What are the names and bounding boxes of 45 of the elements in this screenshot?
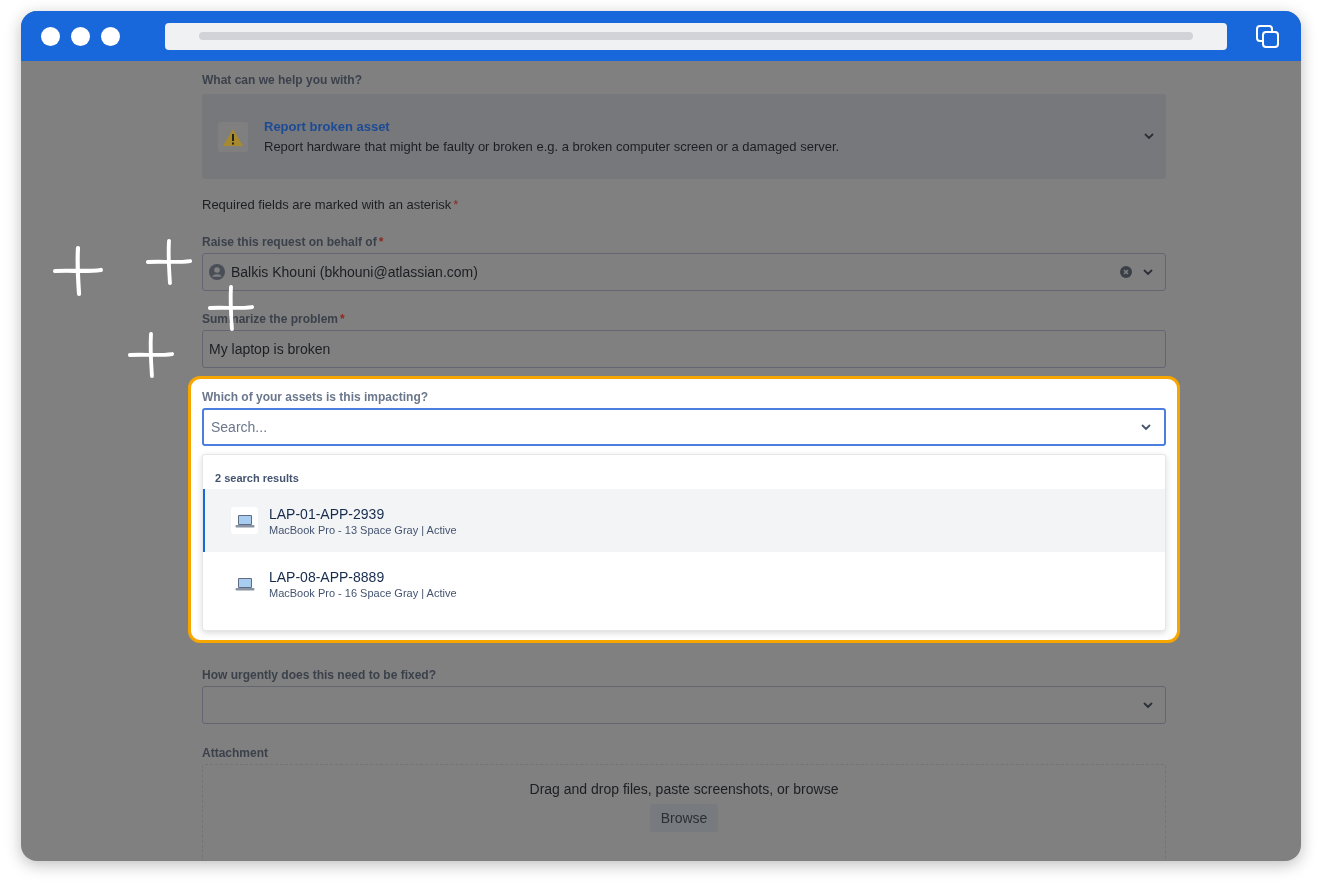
field-label: What can we help you with?: [202, 73, 362, 87]
tabs-icon[interactable]: [1255, 23, 1280, 49]
urgency-select-field[interactable]: [202, 686, 1166, 724]
field-label: Raise this request on behalf of: [202, 235, 377, 249]
chevron-down-icon: [1143, 701, 1153, 709]
results-count: 2 search results: [215, 471, 299, 485]
request-type-card[interactable]: Report broken asset Report hardware that might be faulty or broken e.g. a broken computer screen or a damaged server.: [202, 94, 1166, 179]
field-value: Balkis Khouni (bkhouni@atlassian.com): [231, 262, 479, 282]
asset-search-field[interactable]: Search...: [202, 408, 1166, 446]
laptop-icon: [234, 576, 255, 591]
asset-result-item[interactable]: LAP-08-APP-8889 MacBook Pro - 16 Space Gray | Active: [203, 552, 1165, 615]
required-asterisk: *: [453, 197, 459, 213]
field-label: Attachment: [202, 746, 268, 760]
chevron-down-icon: [1143, 268, 1153, 276]
field-value: My laptop is broken: [209, 339, 331, 359]
dropzone-text: Drag and drop files, paste screenshots, or browse: [529, 780, 839, 798]
warning-icon: [218, 121, 248, 152]
address-bar[interactable]: [165, 22, 1227, 50]
required-asterisk: *: [378, 235, 384, 249]
required-note: Required fields are marked with an asterisk: [202, 197, 452, 213]
required-asterisk: *: [340, 312, 345, 326]
summary-input-field[interactable]: My laptop is broken: [202, 330, 1166, 368]
user-avatar-icon: [209, 264, 225, 280]
window-control-icon[interactable]: [41, 26, 60, 46]
field-label: How urgently does this need to be fixed?: [202, 668, 437, 682]
request-type-description: Report hardware that might be faulty or broken e.g. a broken computer screen or a damaged server.: [264, 138, 841, 155]
asset-detail: MacBook Pro - 16 Space Gray | Active: [269, 585, 457, 600]
browse-button[interactable]: Browse: [649, 804, 719, 832]
window-control-icon[interactable]: [71, 26, 90, 46]
field-label: Which of your assets is this impacting?: [202, 390, 429, 404]
chevron-down-icon: [1141, 423, 1151, 431]
search-placeholder: Search...: [211, 417, 269, 437]
attachment-dropzone[interactable]: Drag and drop files, paste screenshots, or browse Browse: [202, 764, 1166, 861]
clear-icon[interactable]: [1120, 266, 1132, 278]
sparkle-icon: [145, 238, 193, 286]
window-control-icon[interactable]: [101, 26, 120, 46]
asset-result-item[interactable]: LAP-01-APP-2939 MacBook Pro - 13 Space Gray | Active: [203, 489, 1165, 552]
sparkle-icon: [127, 331, 175, 379]
chevron-down-icon: [1144, 133, 1154, 140]
asset-name: LAP-08-APP-8889: [269, 567, 386, 586]
person-select-field[interactable]: Balkis Khouni (bkhouni@atlassian.com): [202, 253, 1166, 291]
laptop-icon: [234, 513, 255, 528]
sparkle-icon: [52, 245, 104, 297]
asset-name: LAP-01-APP-2939: [269, 504, 386, 523]
asset-detail: MacBook Pro - 13 Space Gray | Active: [269, 522, 457, 537]
